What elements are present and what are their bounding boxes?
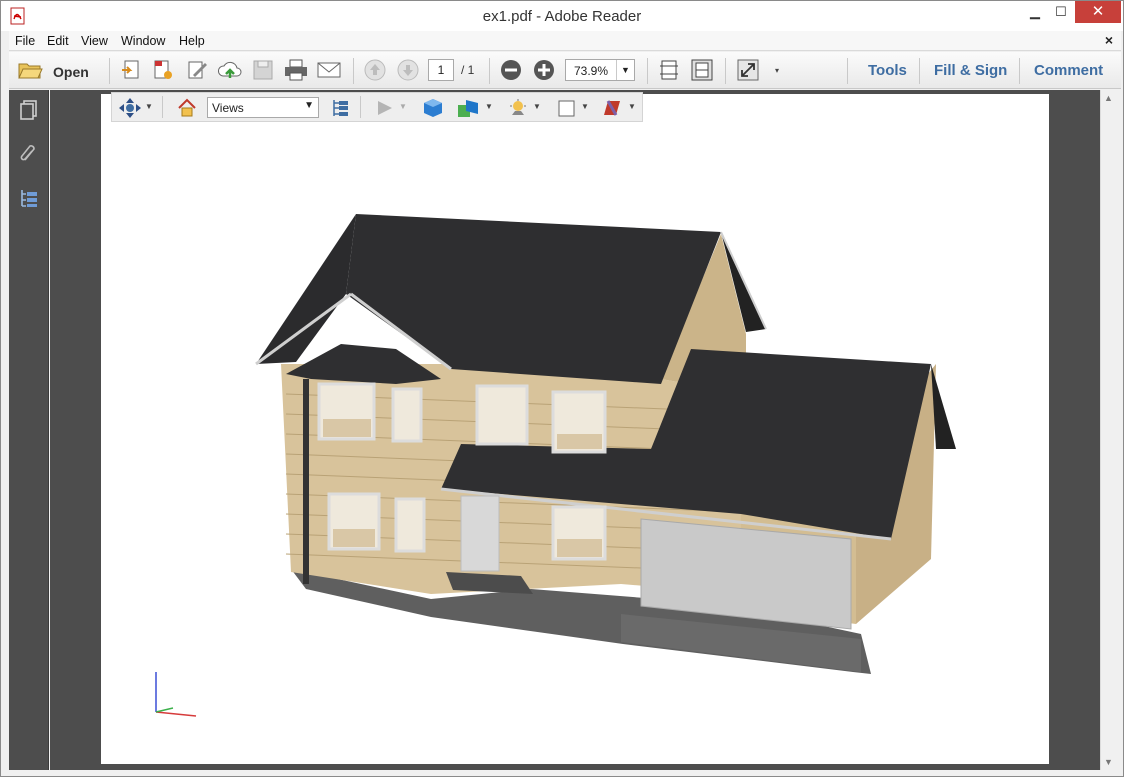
save-button[interactable] — [251, 58, 275, 82]
chevron-down-icon[interactable]: ▼ — [533, 102, 541, 111]
zoom-value: 73.9% — [574, 64, 609, 78]
scroll-down-icon[interactable]: ▼ — [1104, 757, 1113, 767]
arrow-up-icon — [364, 59, 386, 81]
next-page-button[interactable] — [396, 58, 420, 82]
zoom-out-button[interactable] — [499, 58, 523, 82]
chevron-down-icon[interactable]: ▼ — [304, 100, 314, 111]
menu-view[interactable]: View — [81, 34, 108, 48]
menu-file[interactable]: File — [15, 34, 35, 48]
3d-toolbar: ▼ Views ▼ ▼ ▼ ▼ ▼ ▼ — [111, 92, 643, 122]
fit-page-button[interactable] — [657, 58, 681, 82]
menu-edit[interactable]: Edit — [47, 34, 69, 48]
print-button[interactable] — [283, 58, 309, 82]
window-title: ex1.pdf - Adobe Reader — [482, 8, 642, 25]
fit-width-icon — [691, 59, 713, 81]
separator — [919, 58, 920, 84]
background-color-icon[interactable] — [555, 97, 577, 119]
folder-icon — [18, 63, 43, 79]
chevron-down-icon[interactable]: ▼ — [616, 60, 634, 80]
model-tree-icon[interactable] — [17, 186, 41, 210]
comment-pane-button[interactable]: Comment — [1034, 62, 1103, 79]
projection-cube-icon[interactable] — [422, 97, 444, 119]
email-button[interactable] — [316, 58, 342, 82]
chevron-down-icon[interactable]: ▼ — [581, 102, 589, 111]
close-button[interactable]: ✕ — [1075, 1, 1121, 23]
separator — [847, 58, 848, 84]
fit-page-icon — [660, 60, 678, 80]
fill-sign-pane-button[interactable]: Fill & Sign — [934, 62, 1007, 79]
title-bar: ex1.pdf - Adobe Reader ▁ ☐ ✕ — [1, 1, 1123, 31]
menu-bar: File Edit View Window Help × — [9, 31, 1121, 51]
lighting-icon[interactable] — [506, 97, 530, 119]
fit-width-button[interactable] — [690, 58, 714, 82]
vertical-scrollbar[interactable]: ▲ ▼ — [1100, 90, 1117, 770]
separator — [360, 96, 361, 118]
tools-pane-button[interactable]: Tools — [868, 62, 907, 79]
chevron-down-icon[interactable]: ▼ — [485, 102, 493, 111]
menu-window[interactable]: Window — [121, 34, 165, 48]
page-total: / 1 — [461, 63, 475, 77]
upload-button[interactable] — [217, 58, 243, 82]
home-icon[interactable] — [176, 97, 198, 119]
scroll-up-icon[interactable]: ▲ — [1104, 93, 1113, 103]
envelope-icon — [317, 62, 341, 78]
chevron-down-icon[interactable]: ▼ — [628, 102, 636, 111]
model-tree-toggle-icon[interactable] — [330, 97, 352, 119]
arrow-down-icon — [397, 59, 419, 81]
separator — [162, 96, 163, 118]
maximize-button[interactable]: ☐ — [1046, 1, 1076, 23]
chevron-down-icon[interactable]: ▼ — [399, 102, 407, 111]
3d-house-model[interactable] — [101, 94, 1049, 764]
separator — [109, 58, 110, 84]
separator — [353, 58, 354, 84]
full-screen-button[interactable] — [736, 58, 760, 82]
pdf-page — [101, 94, 1049, 764]
play-animation-icon[interactable] — [374, 97, 396, 119]
chevron-down-icon[interactable]: ▼ — [145, 102, 153, 111]
open-button[interactable] — [17, 58, 43, 82]
edit-pdf-button[interactable] — [151, 58, 175, 82]
cloud-upload-icon — [217, 61, 242, 78]
zoom-level-select[interactable]: 73.9% ▼ — [565, 59, 635, 81]
open-label[interactable]: Open — [53, 64, 89, 80]
sign-button[interactable] — [185, 58, 209, 82]
views-dropdown-label: Views — [212, 101, 244, 115]
separator — [725, 58, 726, 84]
navigation-panel — [9, 90, 49, 770]
separator — [1019, 58, 1020, 84]
menu-help[interactable]: Help — [179, 34, 205, 48]
page-thumbnails-icon[interactable] — [17, 98, 41, 122]
plus-circle-icon — [534, 60, 554, 80]
render-mode-icon[interactable] — [456, 97, 482, 119]
expand-icon — [737, 59, 759, 81]
printer-icon — [285, 59, 307, 81]
separator — [489, 58, 490, 84]
attachments-icon[interactable] — [17, 142, 41, 166]
sign-document-icon — [188, 61, 207, 79]
separator — [647, 58, 648, 84]
save-icon — [253, 60, 273, 80]
main-toolbar: Open 1 / 1 73.9% ▼ ▾ Tools Fill & Sign C… — [9, 52, 1121, 89]
close-document-button[interactable]: × — [1105, 32, 1113, 48]
toolbar-options-icon[interactable]: ▾ — [775, 66, 779, 75]
minus-circle-icon — [501, 60, 521, 80]
rotate-tool-icon[interactable] — [118, 97, 142, 119]
previous-page-button[interactable] — [363, 58, 387, 82]
pdf-edit-icon — [154, 60, 172, 79]
create-pdf-icon — [122, 60, 139, 79]
views-dropdown[interactable]: Views ▼ — [207, 97, 319, 118]
create-pdf-button[interactable] — [119, 58, 143, 82]
cross-section-icon[interactable] — [600, 97, 624, 119]
app-window: ex1.pdf - Adobe Reader ▁ ☐ ✕ File Edit V… — [0, 0, 1124, 777]
page-number-input[interactable]: 1 — [428, 59, 454, 81]
zoom-in-button[interactable] — [532, 58, 556, 82]
